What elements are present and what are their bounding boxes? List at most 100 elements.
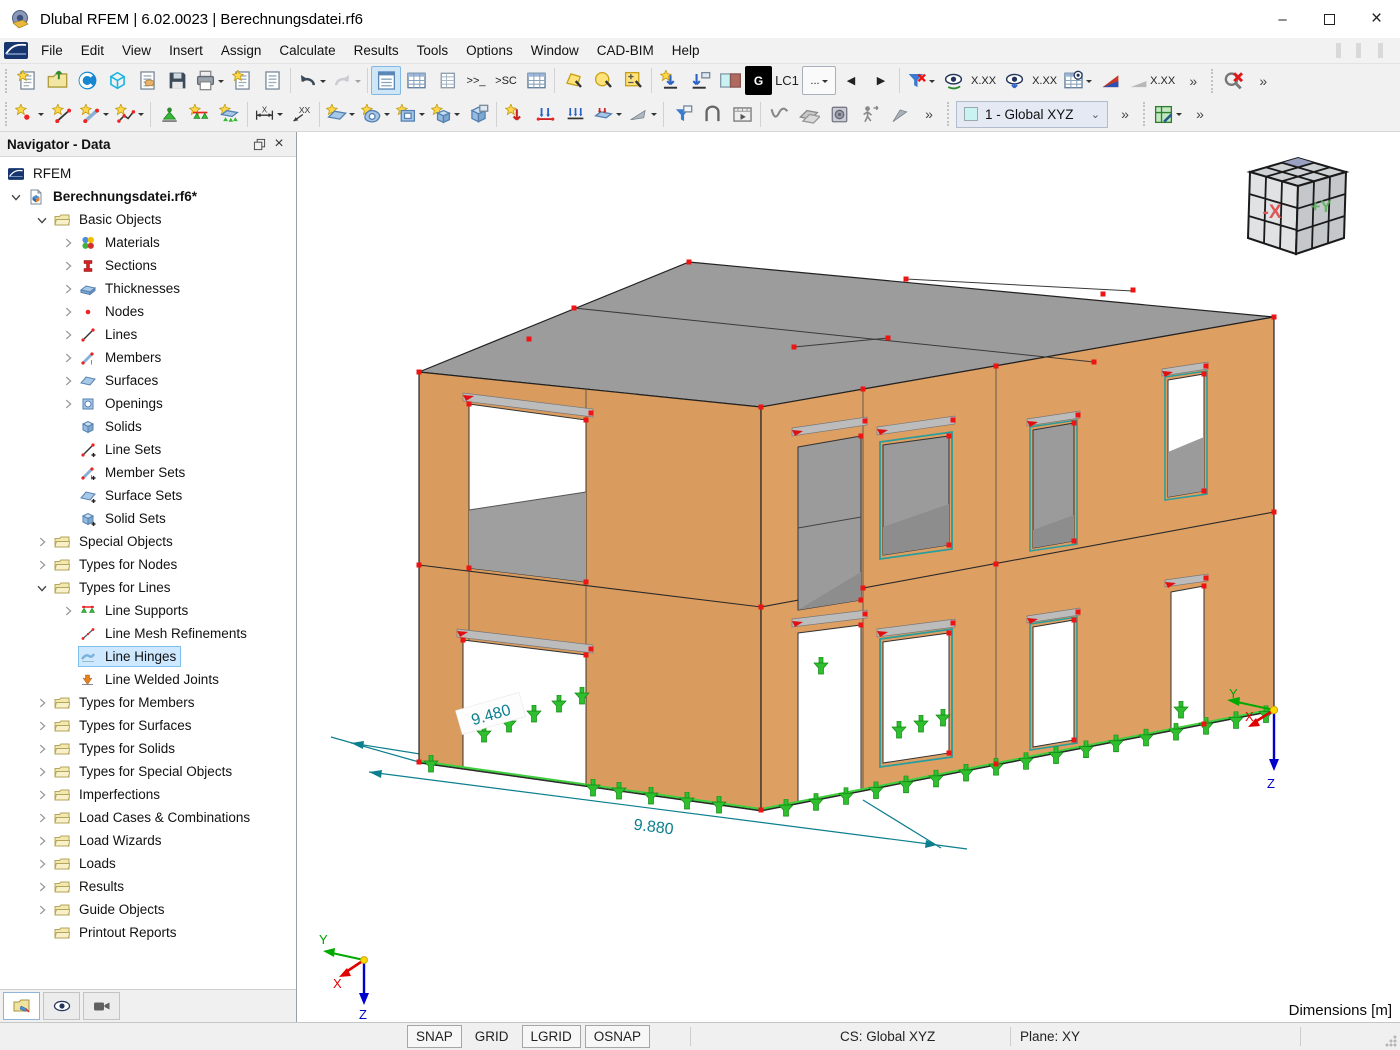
toolbar-drag-handle[interactable] (947, 102, 951, 126)
tree-item-members[interactable]: I Members (0, 346, 296, 369)
tree-item-types-for-surfaces[interactable]: Types for Surfaces (0, 714, 296, 737)
minimize-button[interactable]: – (1259, 0, 1306, 38)
expand-arrow-icon[interactable] (58, 235, 78, 251)
expand-arrow-icon[interactable] (32, 787, 52, 803)
tree-item-types-for-lines[interactable]: Types for Lines (0, 576, 296, 599)
tb-panel-table-small-button[interactable] (431, 66, 461, 95)
tree-item-line-supports[interactable]: Line Supports (0, 599, 296, 622)
tb-dim-slope-button[interactable]: XX (286, 100, 316, 129)
close-button[interactable]: × (1353, 0, 1400, 38)
tb-new-node-button[interactable] (12, 100, 47, 129)
tree-item-types-for-members[interactable]: Types for Members (0, 691, 296, 714)
tb-new-printout-report-button[interactable] (227, 66, 257, 95)
expand-arrow-icon[interactable] (58, 258, 78, 274)
menu-window[interactable]: Window (522, 40, 588, 61)
expand-arrow-icon[interactable] (58, 350, 78, 366)
menu-edit[interactable]: Edit (72, 40, 113, 61)
expand-arrow-icon[interactable] (58, 304, 78, 320)
tb-dlubal-center-button[interactable] (72, 66, 102, 95)
tree-item-load-cases-combinations[interactable]: Load Cases & Combinations (0, 806, 296, 829)
tb-lc-colors-button[interactable] (715, 66, 745, 95)
tb-dim-linear-button[interactable]: X (251, 100, 286, 129)
tb-open-model-button[interactable] (42, 66, 72, 95)
tree-item-materials[interactable]: Materials (0, 231, 296, 254)
tb-panel-sc-button[interactable]: >SC (491, 66, 521, 95)
tb-select-polygon-button[interactable] (558, 66, 588, 95)
dropdown-arrow-icon[interactable] (218, 79, 224, 86)
float-panel-icon[interactable] (249, 134, 269, 154)
tree-item-loads[interactable]: Loads (0, 852, 296, 875)
tb-lc-more-button[interactable]: ... (802, 66, 836, 95)
tb-overflow-e-button[interactable]: » (1185, 100, 1215, 129)
expand-arrow-icon[interactable] (58, 327, 78, 343)
menu-options[interactable]: Options (457, 40, 522, 61)
tb-new-rect-opening-button[interactable] (393, 100, 428, 129)
expand-arrow-icon[interactable] (32, 879, 52, 895)
dropdown-arrow-icon[interactable] (929, 79, 935, 86)
dropdown-arrow-icon[interactable] (320, 79, 326, 86)
tb-undo-button[interactable] (294, 66, 329, 95)
tree-item-special-objects[interactable]: Special Objects (0, 530, 296, 553)
menu-help[interactable]: Help (663, 40, 709, 61)
tree-item-line-sets[interactable]: Line Sets (0, 438, 296, 461)
menu-calculate[interactable]: Calculate (270, 40, 344, 61)
expand-arrow-icon[interactable] (32, 534, 52, 550)
dropdown-arrow-icon[interactable] (138, 113, 144, 119)
dropdown-arrow-icon[interactable] (1086, 79, 1093, 86)
tree-item-results[interactable]: Results (0, 875, 296, 898)
tb-new-nodal-load-button[interactable] (500, 100, 530, 129)
tb-new-free-load-button[interactable] (625, 100, 660, 129)
tree-item-rfem[interactable]: RFEM (0, 162, 296, 185)
tb-transfer-loads-button[interactable] (655, 66, 685, 95)
tb-panel-navigator-button[interactable] (371, 66, 401, 95)
tb-new-line-button[interactable] (47, 100, 77, 129)
tree-item-solid-sets[interactable]: Solid Sets (0, 507, 296, 530)
menu-tools[interactable]: Tools (408, 40, 458, 61)
tb-show-supports-button[interactable] (999, 66, 1029, 95)
tree-item-openings[interactable]: Openings (0, 392, 296, 415)
tb-result-surfaces-button[interactable] (794, 100, 824, 129)
dropdown-arrow-icon[interactable] (651, 113, 657, 119)
dropdown-arrow-icon[interactable] (355, 79, 361, 86)
toolbar-drag-handle[interactable] (5, 102, 9, 126)
resize-grip[interactable] (1385, 1035, 1397, 1047)
expand-arrow-icon[interactable] (32, 810, 52, 826)
tb-new-member-load-button[interactable] (530, 100, 560, 129)
menu-view[interactable]: View (113, 40, 160, 61)
tb-color-ramp-button[interactable] (1095, 66, 1125, 95)
close-panel-icon[interactable]: × (269, 134, 289, 154)
tb-lc-type-button[interactable]: G (745, 66, 772, 95)
tb-model-settings-button[interactable] (132, 66, 162, 95)
dropdown-arrow-icon[interactable] (1176, 113, 1182, 119)
model-viewport[interactable]: 9.480 9.880 Y X Z Y X Z -X +Y Dimensions… (297, 132, 1400, 1022)
tb-new-opening-button[interactable] (358, 100, 393, 129)
collapse-arrow-icon[interactable] (32, 212, 52, 228)
expand-arrow-icon[interactable] (58, 603, 78, 619)
expand-arrow-icon[interactable] (32, 741, 52, 757)
tb-new-block-button[interactable] (463, 100, 493, 129)
work-plane-combobox[interactable]: 1 - Global XYZ ⌄ (956, 100, 1108, 128)
tb-select-numeric-button[interactable] (618, 66, 648, 95)
tab-data-navigator[interactable] (3, 992, 40, 1020)
menu-results[interactable]: Results (345, 40, 408, 61)
tree-item-basic-objects[interactable]: Basic Objects (0, 208, 296, 231)
tb-show-loads-button[interactable] (938, 66, 968, 95)
toolbar-drag-handle[interactable] (1211, 68, 1215, 93)
collapse-arrow-icon[interactable] (32, 580, 52, 596)
tb-lc-current-button[interactable]: LC1 (772, 66, 802, 95)
menu-file[interactable]: File (32, 40, 72, 61)
tree-item-member-sets[interactable]: I Member Sets (0, 461, 296, 484)
collapse-arrow-icon[interactable] (6, 189, 26, 205)
tree-item-printout-reports[interactable]: Printout Reports (0, 921, 296, 944)
snap-toggle-lgrid[interactable]: LGRID (521, 1025, 581, 1048)
dropdown-arrow-icon[interactable] (38, 113, 44, 119)
tb-render-view-button[interactable] (824, 100, 854, 129)
dropdown-arrow-icon[interactable] (277, 113, 283, 119)
tb-lc-next-button[interactable]: ▶ (866, 66, 896, 95)
expand-arrow-icon[interactable] (32, 833, 52, 849)
dropdown-arrow-icon[interactable] (821, 79, 828, 86)
tb-new-solid-button[interactable] (428, 100, 463, 129)
tb-panel-control-button[interactable] (1150, 100, 1185, 129)
tb-overflow-b-button[interactable]: » (1248, 66, 1278, 95)
snap-toggle-osnap[interactable]: OSNAP (584, 1025, 651, 1048)
